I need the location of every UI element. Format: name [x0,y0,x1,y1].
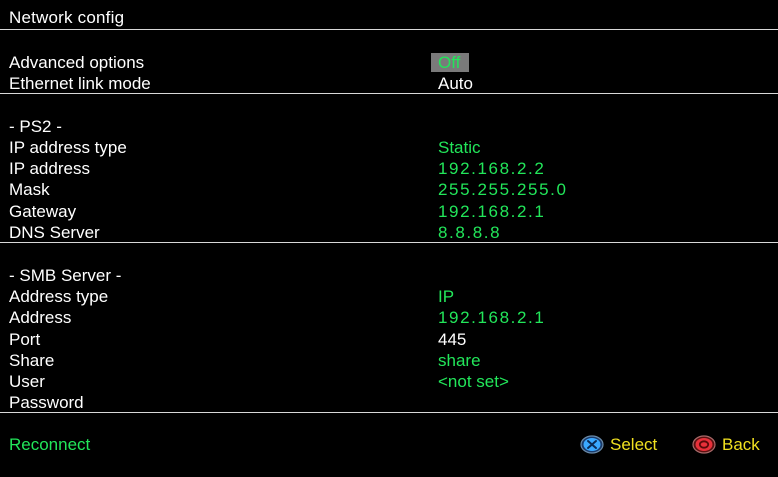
mask-label: Mask [9,180,50,199]
port-label: Port [9,330,41,349]
gateway-value[interactable]: 192.168.2.1 [438,201,545,222]
ip-address-type-row[interactable]: IP address type Static [0,137,778,158]
port-row[interactable]: Port 445 [0,329,778,350]
address-type-value[interactable]: IP [438,286,454,307]
port-value[interactable]: 445 [438,329,466,350]
address-value[interactable]: 192.168.2.1 [438,307,545,328]
password-label: Password [9,393,84,412]
address-label: Address [9,308,72,327]
user-row[interactable]: User <not set> [0,371,778,392]
ps2-section-heading: - PS2 - [9,117,62,136]
ip-address-type-value[interactable]: Static [438,137,481,158]
user-label: User [9,372,45,391]
back-hint[interactable]: Back [692,434,774,455]
ip-address-type-label: IP address type [9,138,127,157]
circle-button-icon [692,435,716,459]
user-value[interactable]: <not set> [438,371,509,392]
address-row[interactable]: Address 192.168.2.1 [0,307,778,328]
share-value[interactable]: share [438,350,481,371]
ethernet-link-mode-label: Ethernet link mode [9,74,151,93]
address-type-row[interactable]: Address type IP [0,286,778,307]
general-divider [0,93,778,94]
back-hint-label: Back [722,435,760,454]
dns-server-row[interactable]: DNS Server 8.8.8.8 [0,222,778,243]
gateway-row[interactable]: Gateway 192.168.2.1 [0,201,778,222]
share-label: Share [9,351,55,370]
ethernet-link-mode-value[interactable]: Auto [438,73,473,94]
network-config-screen: Network config Advanced options Off Ethe… [0,0,778,477]
page-title: Network config [9,8,125,27]
cross-button-icon [580,435,604,459]
share-row[interactable]: Share share [0,350,778,371]
title-divider [0,29,778,30]
ip-address-value[interactable]: 192.168.2.2 [438,158,545,179]
ip-address-row[interactable]: IP address 192.168.2.2 [0,158,778,179]
password-row[interactable]: Password [0,392,778,413]
ethernet-link-mode-row[interactable]: Ethernet link mode Auto [0,73,778,94]
ps2-divider [0,242,778,243]
select-hint[interactable]: Select [580,434,670,455]
smb-divider [0,412,778,413]
mask-value[interactable]: 255.255.255.0 [438,179,568,200]
advanced-options-label: Advanced options [9,53,145,72]
ip-address-label: IP address [9,159,90,178]
dns-server-label: DNS Server [9,223,100,242]
reconnect-button[interactable]: Reconnect [9,434,90,455]
mask-row[interactable]: Mask 255.255.255.0 [0,179,778,200]
advanced-options-row[interactable]: Advanced options [0,52,778,73]
advanced-options-value[interactable]: Off [438,52,460,73]
select-hint-label: Select [610,435,658,454]
gateway-label: Gateway [9,202,77,221]
smb-section-heading: - SMB Server - [9,266,122,285]
address-type-label: Address type [9,287,109,306]
dns-server-value[interactable]: 8.8.8.8 [438,222,501,243]
